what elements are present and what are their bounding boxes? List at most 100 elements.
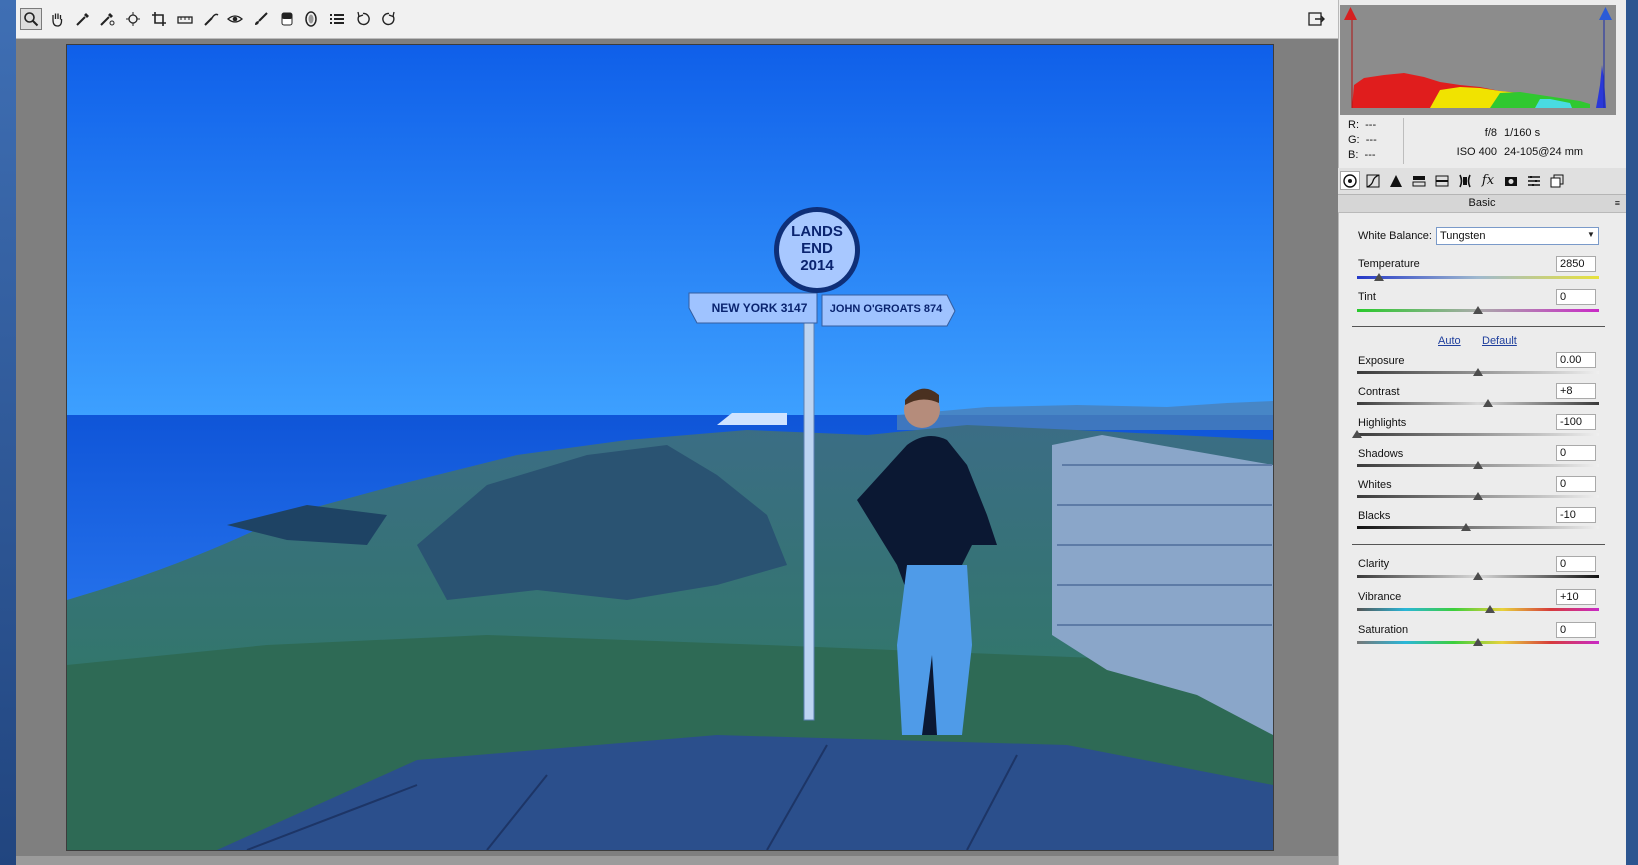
- section-divider-2: [1352, 544, 1605, 545]
- exif-left: f/8 ISO 400: [1455, 126, 1497, 160]
- clarity-value-field[interactable]: 0: [1556, 556, 1596, 572]
- sign-line-1: LANDS: [791, 223, 843, 240]
- tab-tone-curve[interactable]: [1363, 171, 1383, 190]
- hand-icon[interactable]: [46, 8, 68, 30]
- sign-line-2: END: [801, 240, 833, 257]
- list-icon[interactable]: [326, 8, 348, 30]
- sign-line-3: 2014: [800, 257, 834, 274]
- temperature-slider-thumb[interactable]: [1374, 273, 1384, 281]
- saturation-slider-thumb[interactable]: [1473, 638, 1483, 646]
- sign-arm-right: JOHN O'GROATS 874: [829, 303, 943, 315]
- shadows-slider-thumb[interactable]: [1473, 461, 1483, 469]
- rotate-right-icon[interactable]: [378, 8, 400, 30]
- contrast-label: Contrast: [1358, 386, 1400, 398]
- g-value: ---: [1365, 134, 1377, 146]
- default-link[interactable]: Default: [1482, 335, 1517, 347]
- histogram: [1340, 5, 1616, 115]
- tab-effects[interactable]: fx: [1478, 171, 1498, 190]
- g-label: G:: [1348, 134, 1360, 146]
- tab-snapshots[interactable]: [1547, 171, 1567, 190]
- white-balance-select[interactable]: Tungsten ▼: [1436, 227, 1599, 245]
- temperature-value-field[interactable]: 2850: [1556, 256, 1596, 272]
- radial-filter-icon[interactable]: [300, 8, 322, 30]
- sign-arm-left: NEW YORK 3147: [711, 301, 808, 315]
- temperature-label: Temperature: [1358, 258, 1420, 270]
- blacks-value-field[interactable]: -10: [1556, 507, 1596, 523]
- exposure-value-field[interactable]: 0.00: [1556, 352, 1596, 368]
- whites-slider-thumb[interactable]: [1473, 492, 1483, 500]
- saturation-label: Saturation: [1358, 624, 1409, 636]
- auto-link[interactable]: Auto: [1438, 335, 1461, 347]
- shutter-value: 1/160 s: [1504, 127, 1541, 139]
- toolbar: [16, 0, 1338, 39]
- straighten-icon[interactable]: [174, 8, 196, 30]
- highlights-slider-track[interactable]: [1357, 433, 1599, 436]
- rotate-left-icon[interactable]: [352, 8, 374, 30]
- window-left-edge: [0, 0, 16, 865]
- info-divider: [1403, 118, 1404, 164]
- whites-value-field[interactable]: 0: [1556, 476, 1596, 492]
- target-adjustment-icon[interactable]: [122, 8, 144, 30]
- highlights-label: Highlights: [1358, 417, 1407, 429]
- status-bar: [16, 856, 1338, 865]
- highlights-slider-thumb[interactable]: [1352, 430, 1362, 438]
- exif-right: 1/160 s 24-105@24 mm: [1504, 126, 1583, 160]
- tab-presets[interactable]: [1524, 171, 1544, 190]
- tab-hsl[interactable]: [1409, 171, 1429, 190]
- temperature-slider-track[interactable]: [1357, 276, 1599, 279]
- saturation-value-field[interactable]: 0: [1556, 622, 1596, 638]
- panel-menu-icon[interactable]: ≡: [1615, 195, 1620, 212]
- contrast-slider-thumb[interactable]: [1483, 399, 1493, 407]
- tab-detail[interactable]: [1386, 171, 1406, 190]
- blacks-slider-thumb[interactable]: [1461, 523, 1471, 531]
- tab-camera-calibration[interactable]: [1501, 171, 1521, 190]
- clarity-label: Clarity: [1358, 558, 1390, 570]
- whites-label: Whites: [1358, 479, 1392, 491]
- vibrance-value-field[interactable]: +10: [1556, 589, 1596, 605]
- export-icon[interactable]: [1306, 8, 1328, 30]
- vibrance-slider-thumb[interactable]: [1485, 605, 1495, 613]
- window-right-edge: [1626, 0, 1638, 865]
- blacks-slider-track[interactable]: [1357, 526, 1599, 529]
- r-value: ---: [1365, 119, 1377, 131]
- white-balance-value: Tungsten: [1440, 230, 1486, 242]
- crop-icon[interactable]: [148, 8, 170, 30]
- panel-tabs: fx: [1338, 168, 1626, 195]
- highlights-value-field[interactable]: -100: [1556, 414, 1596, 430]
- tint-label: Tint: [1358, 291, 1376, 303]
- iso-value: ISO 400: [1456, 146, 1497, 158]
- b-label: B:: [1348, 149, 1359, 161]
- blacks-label: Blacks: [1358, 510, 1391, 522]
- exposure-slider-thumb[interactable]: [1473, 368, 1483, 376]
- tab-split-toning[interactable]: [1432, 171, 1452, 190]
- contrast-value-field[interactable]: +8: [1556, 383, 1596, 399]
- exposure-label: Exposure: [1358, 355, 1405, 367]
- chevron-down-icon: ▼: [1587, 230, 1595, 239]
- vibrance-label: Vibrance: [1358, 591, 1402, 603]
- contrast-slider-track[interactable]: [1357, 402, 1599, 405]
- lens-value: 24-105@24 mm: [1504, 146, 1584, 158]
- zoom-icon[interactable]: [20, 8, 42, 30]
- section-divider-1: [1352, 326, 1605, 327]
- tint-value-field[interactable]: 0: [1556, 289, 1596, 305]
- shadows-label: Shadows: [1358, 448, 1404, 460]
- white-balance-icon[interactable]: [72, 8, 94, 30]
- color-sampler-icon[interactable]: [96, 8, 118, 30]
- adjustment-brush-icon[interactable]: [250, 8, 272, 30]
- r-label: R:: [1348, 119, 1359, 131]
- b-value: ---: [1364, 149, 1376, 161]
- vibrance-slider-track[interactable]: [1357, 608, 1599, 611]
- clarity-slider-thumb[interactable]: [1473, 572, 1483, 580]
- graduated-filter-icon[interactable]: [276, 8, 298, 30]
- red-eye-icon[interactable]: [224, 8, 246, 30]
- section-title-basic: Basic ≡: [1338, 195, 1626, 213]
- shadows-value-field[interactable]: 0: [1556, 445, 1596, 461]
- white-balance-label: White Balance:: [1358, 230, 1432, 242]
- rgb-readout: R: --- G: --- B: ---: [1348, 118, 1377, 163]
- spot-removal-icon[interactable]: [200, 8, 222, 30]
- tab-basic[interactable]: [1340, 171, 1360, 190]
- tab-lens-corrections[interactable]: [1455, 171, 1475, 190]
- sign-text: LANDS END 2014: [783, 223, 851, 274]
- tint-slider-thumb[interactable]: [1473, 306, 1483, 314]
- photo-preview[interactable]: LANDS END 2014 NEW YORK 3147 JOHN O'GROA…: [66, 44, 1274, 851]
